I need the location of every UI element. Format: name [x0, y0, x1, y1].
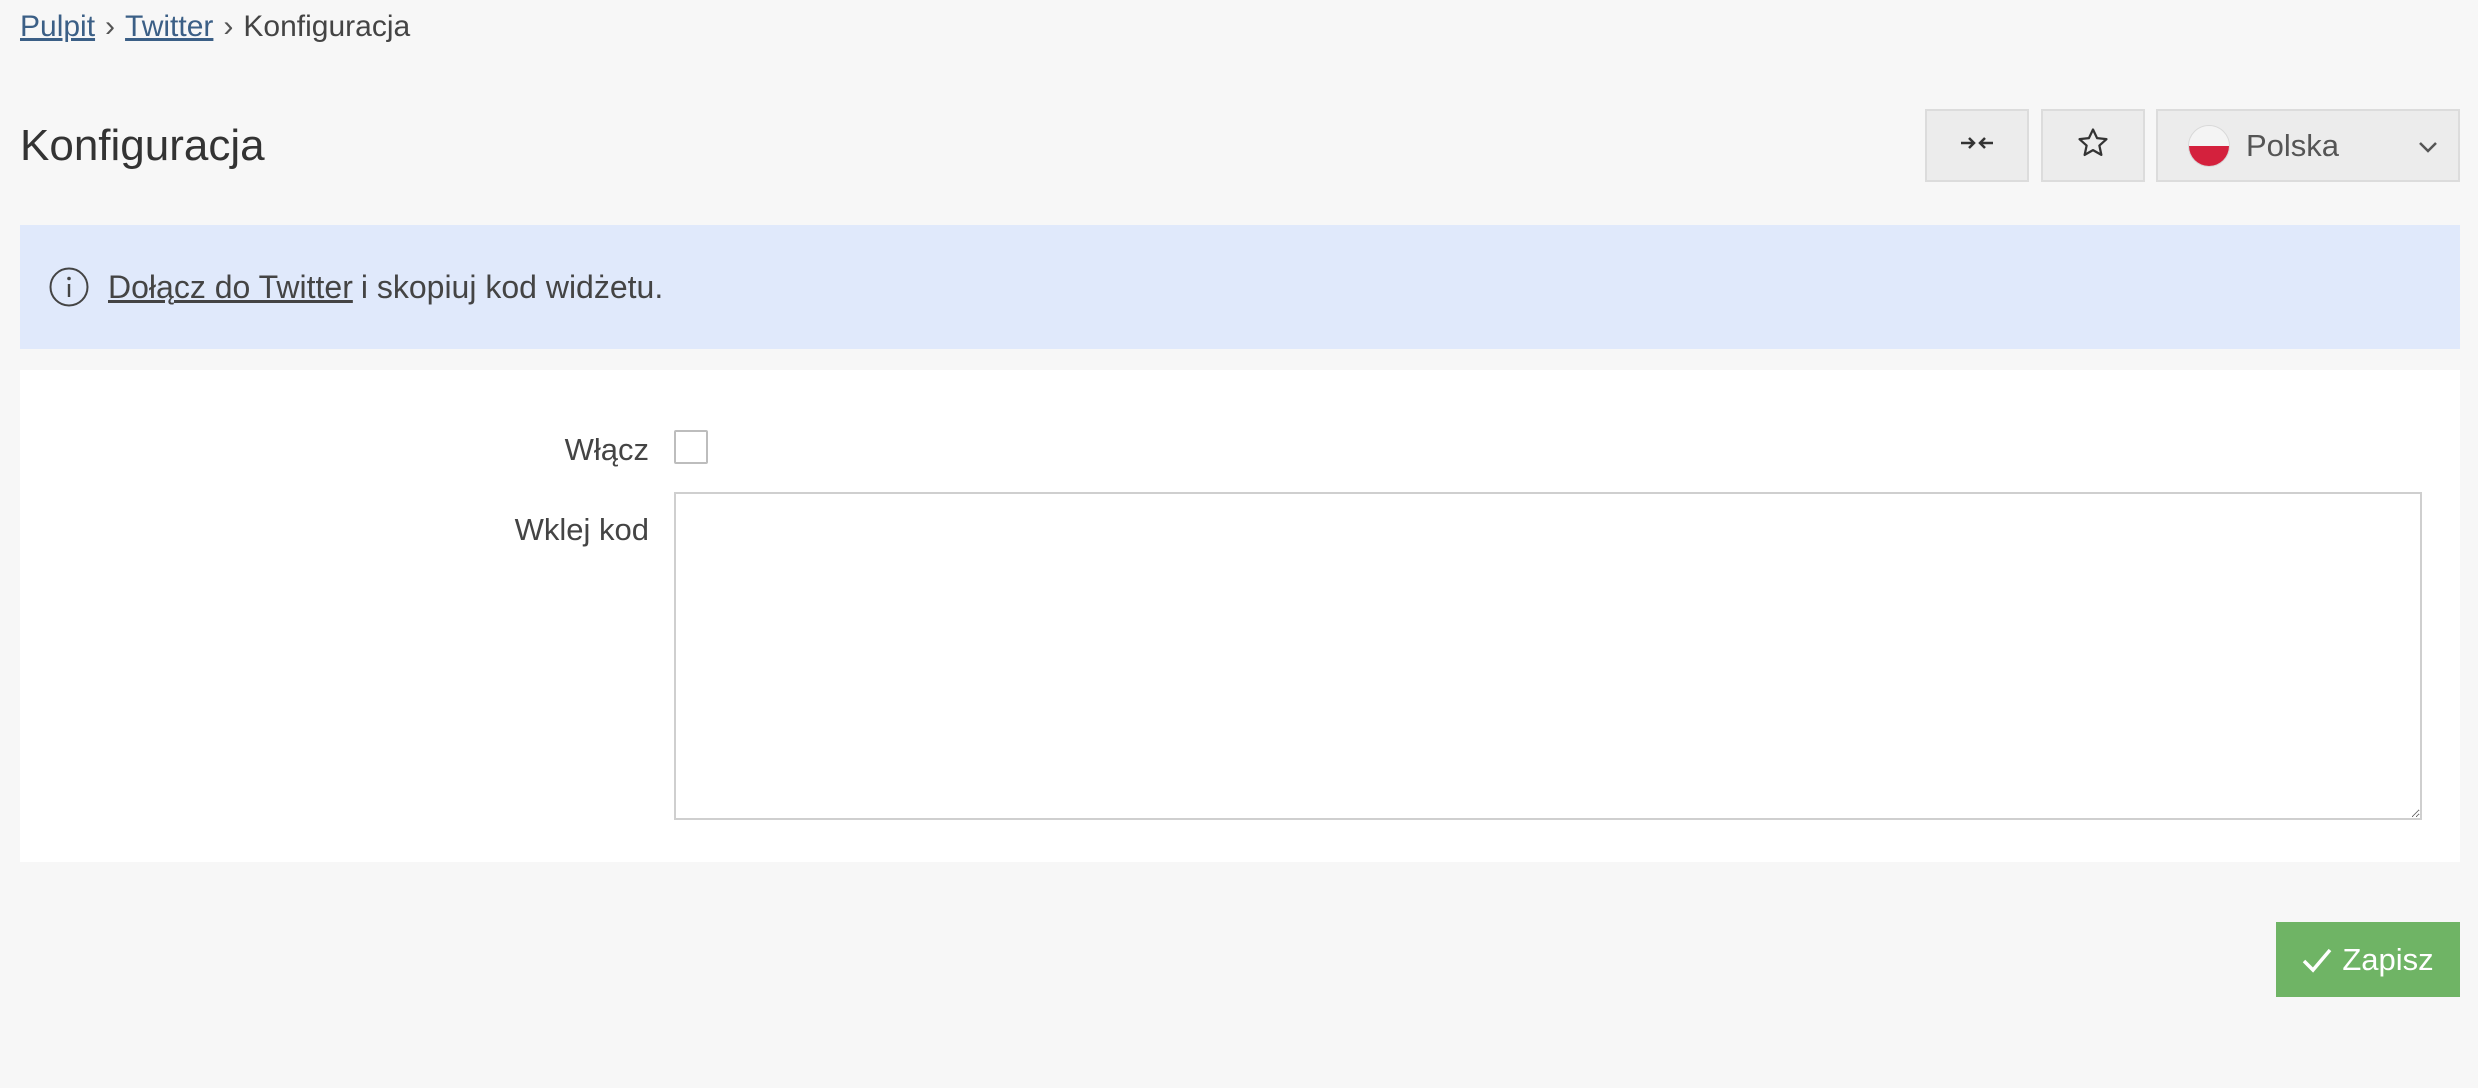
breadcrumb-link-twitter[interactable]: Twitter — [125, 10, 213, 43]
language-selected: Polska — [2246, 127, 2340, 163]
form-panel: Włącz Wklej kod — [20, 370, 2460, 862]
code-label: Wklej kod — [514, 512, 649, 547]
save-button[interactable]: Zapisz — [2276, 922, 2460, 997]
arrows-in-icon — [1960, 135, 1994, 156]
page-title: Konfiguracja — [20, 121, 265, 170]
collapse-button[interactable] — [1925, 109, 2029, 182]
breadcrumb-current: Konfiguracja — [243, 10, 411, 43]
info-icon — [48, 266, 90, 308]
enable-label: Włącz — [564, 432, 649, 467]
enable-checkbox[interactable] — [674, 430, 708, 464]
star-icon — [2076, 126, 2110, 165]
chevron-down-icon — [2416, 135, 2440, 164]
alert-text: i skopiuj kod widżetu. — [360, 268, 664, 305]
code-textarea[interactable] — [674, 492, 2422, 820]
breadcrumb: Pulpit › Twitter › Konfiguracja — [20, 8, 410, 46]
info-alert: Dołącz do Twitter i skopiuj kod widżetu. — [20, 225, 2460, 349]
breadcrumb-separator: › — [105, 10, 116, 43]
save-label: Zapisz — [2342, 941, 2434, 977]
check-icon — [2302, 947, 2332, 973]
breadcrumb-separator: › — [223, 10, 234, 43]
language-select[interactable]: Polska — [2156, 109, 2460, 182]
join-twitter-link[interactable]: Dołącz do Twitter — [108, 269, 353, 306]
page: Pulpit › Twitter › Konfiguracja Konfiguracja… — [0, 0, 2478, 1088]
poland-flag-icon — [2188, 124, 2230, 167]
favorite-button[interactable] — [2041, 109, 2145, 182]
breadcrumb-link-pulpit[interactable]: Pulpit — [20, 10, 95, 43]
